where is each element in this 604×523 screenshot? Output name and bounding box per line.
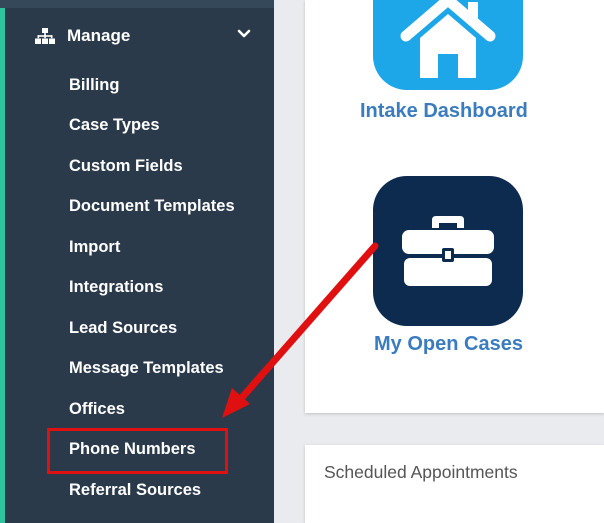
my-open-cases-tile[interactable] xyxy=(373,176,523,326)
intake-dashboard-label[interactable]: Intake Dashboard xyxy=(360,100,528,123)
sidebar-section-manage[interactable]: Manage xyxy=(5,14,274,58)
scheduled-appointments-title: Scheduled Appointments xyxy=(324,462,518,482)
home-icon xyxy=(400,0,496,78)
sidebar-top-strip xyxy=(0,0,274,8)
sidebar-item-import[interactable]: Import xyxy=(69,238,120,257)
sidebar-item-case-types[interactable]: Case Types xyxy=(69,116,160,135)
sidebar-item-billing[interactable]: Billing xyxy=(69,76,119,95)
intake-dashboard-tile[interactable] xyxy=(373,0,523,90)
chevron-down-icon[interactable] xyxy=(237,28,251,40)
my-open-cases-label[interactable]: My Open Cases xyxy=(374,333,523,356)
sidebar-item-referral-sources[interactable]: Referral Sources xyxy=(69,481,201,500)
scheduled-appointments-card xyxy=(305,445,604,523)
sidebar-item-offices[interactable]: Offices xyxy=(69,400,125,419)
sitemap-icon xyxy=(35,28,55,44)
sidebar-item-document-templates[interactable]: Document Templates xyxy=(69,197,235,216)
sidebar-item-integrations[interactable]: Integrations xyxy=(69,278,163,297)
sidebar-active-indicator xyxy=(0,8,5,523)
sidebar-item-phone-numbers[interactable]: Phone Numbers xyxy=(69,440,196,459)
sidebar-item-lead-sources[interactable]: Lead Sources xyxy=(69,319,177,338)
sidebar-item-message-templates[interactable]: Message Templates xyxy=(69,359,224,378)
sidebar-item-custom-fields[interactable]: Custom Fields xyxy=(69,157,183,176)
sidebar: Manage Billing Case Types Custom Fields … xyxy=(0,0,274,523)
sidebar-section-label: Manage xyxy=(67,26,131,45)
briefcase-icon xyxy=(402,216,494,286)
